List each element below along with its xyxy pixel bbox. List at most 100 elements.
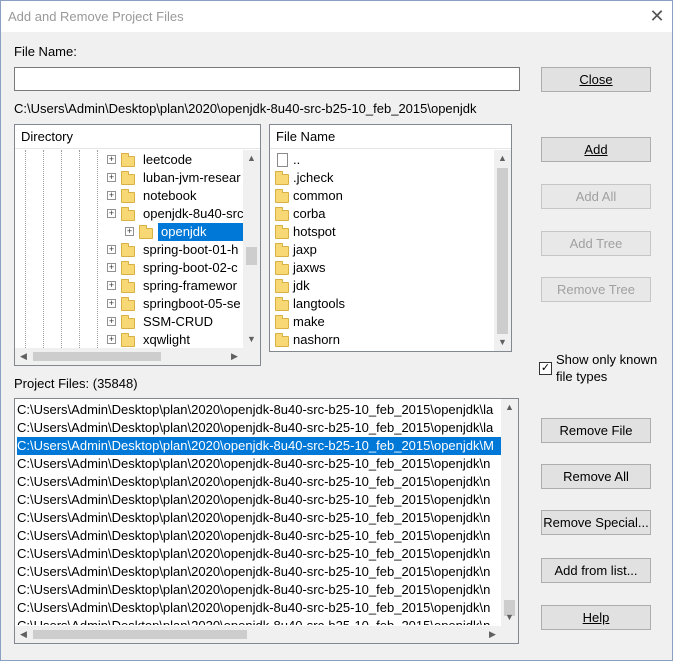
- directory-tree[interactable]: Directory + leetcode + luban-jvm-resear + not…: [14, 124, 261, 366]
- project-file-row[interactable]: C:\Users\Admin\Desktop\plan\2020\openjdk…: [17, 491, 501, 509]
- window-title: Add and Remove Project Files: [8, 9, 184, 24]
- project-file-row[interactable]: C:\Users\Admin\Desktop\plan\2020\openjdk…: [17, 527, 501, 545]
- project-file-row[interactable]: C:\Users\Admin\Desktop\plan\2020\openjdk…: [17, 617, 501, 625]
- expand-icon[interactable]: +: [107, 281, 116, 290]
- scroll-down-icon[interactable]: ▼: [494, 334, 511, 351]
- expand-icon[interactable]: +: [107, 263, 116, 272]
- file-list-item[interactable]: corba: [293, 205, 326, 223]
- expand-icon[interactable]: +: [125, 227, 134, 236]
- expand-icon[interactable]: +: [107, 173, 116, 182]
- project-file-row[interactable]: C:\Users\Admin\Desktop\plan\2020\openjdk…: [17, 437, 501, 455]
- directory-horizontal-scrollbar[interactable]: ◀ ▶: [15, 348, 260, 365]
- directory-vertical-scrollbar[interactable]: ▲ ▼: [243, 150, 260, 348]
- project-file-row[interactable]: C:\Users\Admin\Desktop\plan\2020\openjdk…: [17, 473, 501, 491]
- directory-item[interactable]: openjdk-8u40-src: [140, 205, 246, 223]
- folder-icon: [139, 225, 153, 239]
- file-list-item[interactable]: ..: [293, 151, 300, 169]
- file-list-item[interactable]: make: [293, 313, 325, 331]
- expand-icon[interactable]: +: [107, 317, 116, 326]
- scroll-thumb[interactable]: [246, 247, 257, 265]
- add-button[interactable]: Add: [541, 137, 651, 162]
- project-file-row[interactable]: C:\Users\Admin\Desktop\plan\2020\openjdk…: [17, 581, 501, 599]
- remove-file-button-label: Remove File: [559, 423, 633, 438]
- file-name-label: File Name:: [14, 44, 77, 59]
- file-name-input[interactable]: [14, 67, 520, 91]
- folder-icon: [121, 261, 135, 275]
- file-list-item[interactable]: hotspot: [293, 223, 336, 241]
- project-file-row[interactable]: C:\Users\Admin\Desktop\plan\2020\openjdk…: [17, 563, 501, 581]
- remove-tree-button-label: Remove Tree: [556, 282, 636, 297]
- tree-guide-line: [43, 150, 44, 348]
- folder-icon: [121, 315, 135, 329]
- file-list-item[interactable]: jdk: [293, 277, 310, 295]
- folder-icon: [121, 207, 135, 221]
- folder-icon: [121, 279, 135, 293]
- scroll-thumb[interactable]: [33, 630, 247, 639]
- file-list-item[interactable]: .jcheck: [293, 169, 333, 187]
- directory-item[interactable]: notebook: [140, 187, 200, 205]
- project-file-row[interactable]: C:\Users\Admin\Desktop\plan\2020\openjdk…: [17, 455, 501, 473]
- file-list-item[interactable]: langtools: [293, 295, 345, 313]
- file-name-header[interactable]: File Name: [270, 125, 511, 149]
- directory-item[interactable]: luban-jvm-resear: [140, 169, 244, 187]
- directory-item[interactable]: spring-boot-01-h: [140, 241, 241, 259]
- directory-header[interactable]: Directory: [15, 125, 260, 149]
- project-files-horizontal-scrollbar[interactable]: ◀ ▶: [15, 626, 518, 643]
- scroll-up-icon[interactable]: ▲: [501, 399, 518, 416]
- expand-icon[interactable]: +: [107, 245, 116, 254]
- file-list[interactable]: File Name .. .jcheck common corba hotspot jax…: [269, 124, 512, 352]
- file-list-item[interactable]: common: [293, 187, 343, 205]
- help-button[interactable]: Help: [541, 605, 651, 630]
- folder-icon: [275, 297, 289, 311]
- scroll-up-icon[interactable]: ▲: [494, 150, 511, 167]
- project-file-row[interactable]: C:\Users\Admin\Desktop\plan\2020\openjdk…: [17, 509, 501, 527]
- scroll-thumb[interactable]: [33, 352, 161, 361]
- add-button-label: Add: [584, 142, 608, 157]
- help-button-label: Help: [582, 610, 610, 625]
- scroll-thumb[interactable]: [497, 168, 508, 334]
- expand-icon[interactable]: +: [107, 299, 116, 308]
- scroll-down-icon[interactable]: ▼: [501, 609, 518, 626]
- add-from-list-button-label: Add from list...: [554, 563, 638, 578]
- directory-item[interactable]: SSM-CRUD: [140, 313, 216, 331]
- folder-icon: [121, 297, 135, 311]
- file-list-item[interactable]: jaxws: [293, 259, 326, 277]
- file-list-vertical-scrollbar[interactable]: ▲ ▼: [494, 150, 511, 351]
- project-file-row[interactable]: C:\Users\Admin\Desktop\plan\2020\openjdk…: [17, 419, 501, 437]
- directory-item[interactable]: xqwlight: [140, 331, 193, 349]
- directory-item[interactable]: springboot-05-se: [140, 295, 244, 313]
- expand-icon[interactable]: +: [107, 155, 116, 164]
- expand-icon[interactable]: +: [107, 209, 116, 218]
- show-known-types-checkbox[interactable]: ✓: [539, 362, 552, 375]
- remove-special-button[interactable]: Remove Special...: [541, 510, 651, 535]
- scroll-left-icon[interactable]: ◀: [15, 348, 32, 365]
- scroll-right-icon[interactable]: ▶: [226, 348, 243, 365]
- directory-item[interactable]: spring-boot-02-c: [140, 259, 241, 277]
- remove-tree-button[interactable]: Remove Tree: [541, 277, 651, 302]
- remove-all-button[interactable]: Remove All: [541, 464, 651, 489]
- scroll-up-icon[interactable]: ▲: [243, 150, 260, 167]
- directory-item[interactable]: openjdk: [158, 223, 243, 241]
- file-icon: [277, 153, 288, 167]
- project-files-list[interactable]: C:\Users\Admin\Desktop\plan\2020\openjdk…: [14, 398, 519, 644]
- file-list-item[interactable]: nashorn: [293, 331, 340, 349]
- scroll-right-icon[interactable]: ▶: [484, 626, 501, 643]
- add-tree-button[interactable]: Add Tree: [541, 231, 651, 256]
- project-file-row[interactable]: C:\Users\Admin\Desktop\plan\2020\openjdk…: [17, 599, 501, 617]
- directory-item[interactable]: spring-framewor: [140, 277, 240, 295]
- file-list-item[interactable]: jaxp: [293, 241, 317, 259]
- add-from-list-button[interactable]: Add from list...: [541, 558, 651, 583]
- folder-icon: [121, 153, 135, 167]
- expand-icon[interactable]: +: [107, 191, 116, 200]
- scroll-left-icon[interactable]: ◀: [15, 626, 32, 643]
- scroll-down-icon[interactable]: ▼: [243, 331, 260, 348]
- project-files-vertical-scrollbar[interactable]: ▲ ▼: [501, 399, 518, 626]
- project-file-row[interactable]: C:\Users\Admin\Desktop\plan\2020\openjdk…: [17, 401, 501, 419]
- project-file-row[interactable]: C:\Users\Admin\Desktop\plan\2020\openjdk…: [17, 545, 501, 563]
- close-window-icon[interactable]: ✕: [646, 6, 668, 26]
- remove-file-button[interactable]: Remove File: [541, 418, 651, 443]
- expand-icon[interactable]: +: [107, 335, 116, 344]
- directory-item[interactable]: leetcode: [140, 151, 195, 169]
- close-button[interactable]: Close: [541, 67, 651, 92]
- add-all-button[interactable]: Add All: [541, 184, 651, 209]
